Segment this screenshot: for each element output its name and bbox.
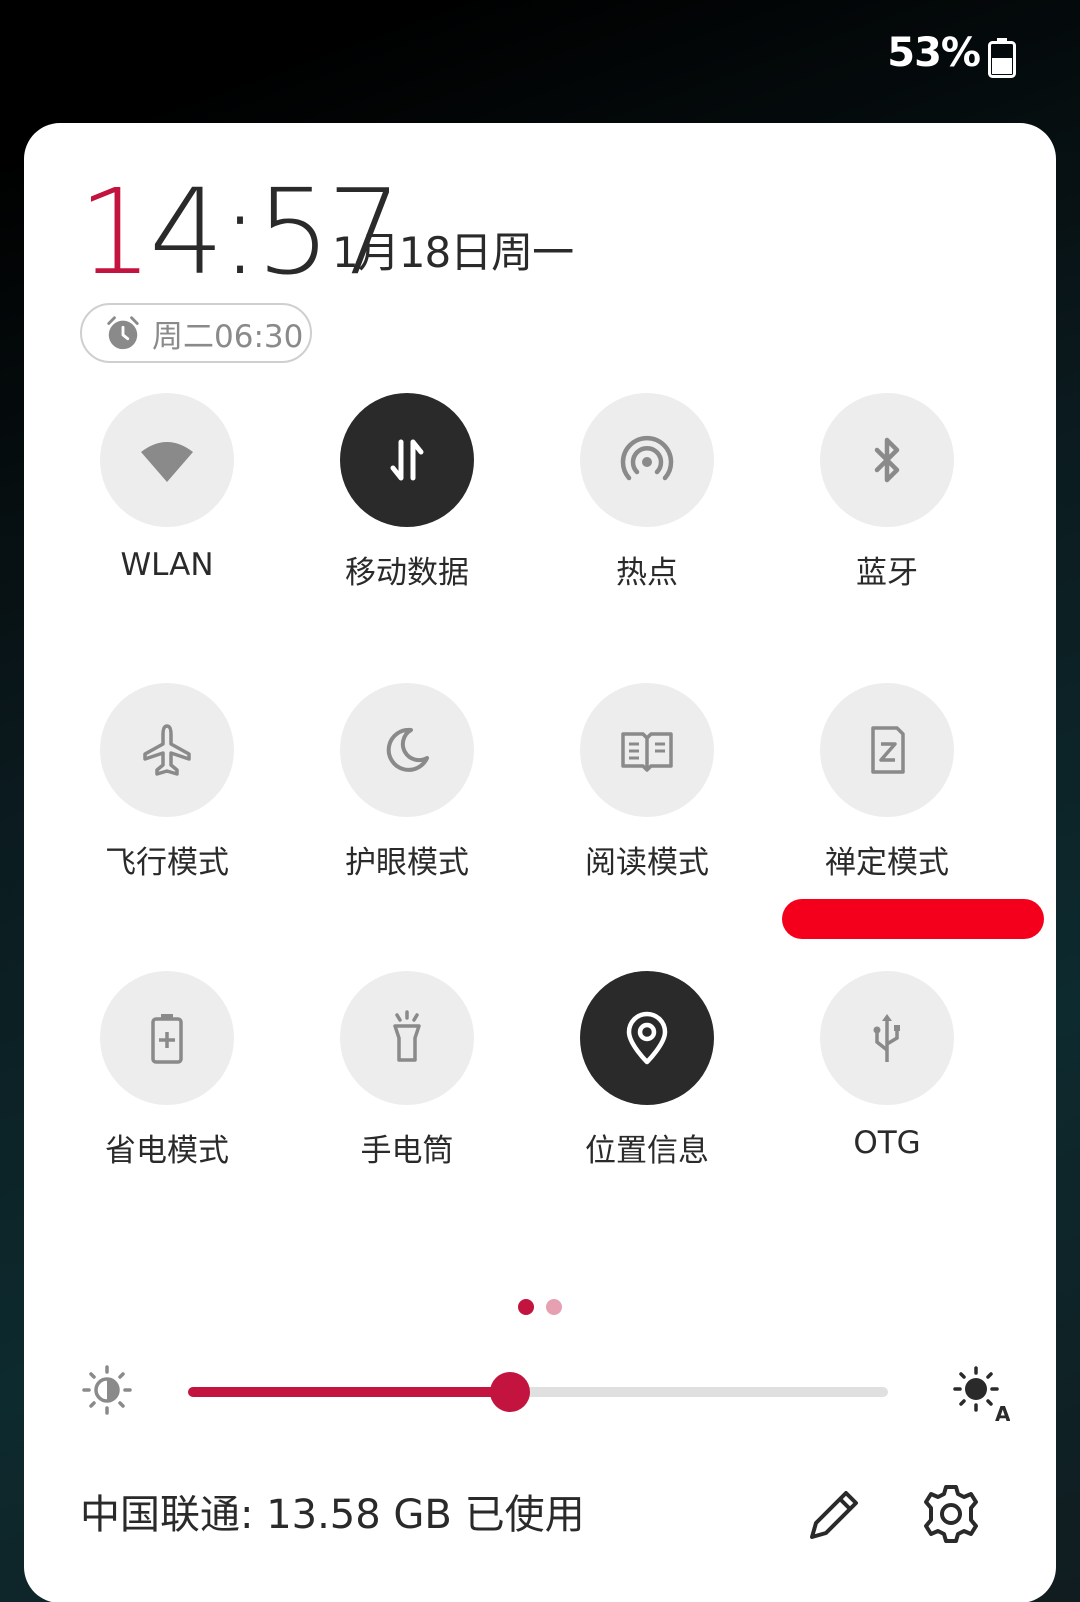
tile-mobile-data[interactable]: 移动数据 [287,393,527,603]
brightness-control: A [78,1343,1028,1443]
footer: 中国联通: 13.58 GB 已使用 [80,1475,1020,1555]
flashlight-icon [393,1010,421,1062]
next-alarm-chip[interactable]: 周二06:30 [80,303,312,363]
tile-label: 禅定模式 [825,845,949,881]
tile-label: 手电筒 [360,1133,454,1169]
tile-airplane-mode[interactable]: 飞行模式 [47,683,287,893]
tile-location[interactable]: 位置信息 [527,971,767,1181]
tile-label: 热点 [616,555,678,591]
tile-hotspot-button[interactable] [580,393,714,527]
book-icon [621,732,673,772]
tile-flashlight[interactable]: 手电筒 [287,971,527,1181]
battery-percentage: 53% [887,30,981,76]
alarm-clock-icon [107,316,139,350]
tile-reading-mode-button[interactable] [580,683,714,817]
pencil-icon[interactable] [802,1481,868,1547]
status-bar: 53% [0,0,1080,118]
alarm-label: 周二06:30 [152,318,304,355]
tile-label: 护眼模式 [345,845,469,881]
wifi-icon [141,442,193,482]
tile-location-button[interactable] [580,971,714,1105]
brightness-low-icon [82,1365,132,1415]
mobile-data-icon [390,439,424,481]
brightness-fill [188,1387,510,1397]
redaction-mark [782,899,1044,939]
tile-eye-comfort-button[interactable] [340,683,474,817]
svg-text:A: A [995,1402,1010,1423]
tile-zen-mode-button[interactable] [820,683,954,817]
zen-mode-icon [871,726,905,774]
tile-wlan-button[interactable] [100,393,234,527]
page-dot-inactive[interactable] [546,1299,562,1315]
tile-otg-button[interactable] [820,971,954,1105]
brightness-auto-icon[interactable]: A [950,1363,1010,1423]
tile-label: OTG [853,1125,921,1161]
tile-bluetooth-button[interactable] [820,393,954,527]
tile-battery-saver-button[interactable] [100,971,234,1105]
tile-zen-mode[interactable]: 禅定模式 [767,683,1007,893]
tile-label: WLAN [120,547,214,583]
tile-label: 阅读模式 [585,845,709,881]
tile-otg[interactable]: OTG [767,971,1007,1181]
brightness-thumb[interactable] [490,1372,530,1412]
page-indicator[interactable] [518,1299,562,1315]
tile-eye-comfort[interactable]: 护眼模式 [287,683,527,893]
tile-label: 省电模式 [105,1133,229,1169]
tile-hotspot[interactable]: 热点 [527,393,767,603]
page-dot-active[interactable] [518,1299,534,1315]
airplane-icon [143,724,191,776]
hotspot-icon [620,435,674,481]
tile-label: 移动数据 [345,555,469,591]
tile-wlan[interactable]: WLAN [47,393,287,603]
tile-reading-mode[interactable]: 阅读模式 [527,683,767,893]
date[interactable]: 1月18日周一 [332,219,574,280]
tile-bluetooth[interactable]: 蓝牙 [767,393,1007,603]
data-usage-label[interactable]: 中国联通: 13.58 GB 已使用 [80,1475,585,1555]
clock-accent-digit: 1 [78,163,153,301]
tile-battery-saver[interactable]: 省电模式 [47,971,287,1181]
battery-saver-icon [151,1014,183,1064]
usb-icon [873,1014,900,1062]
tile-mobile-data-button[interactable] [340,393,474,527]
tile-flashlight-button[interactable] [340,971,474,1105]
location-pin-icon [626,1011,668,1065]
brightness-slider[interactable] [188,1372,888,1412]
battery-icon [988,38,1016,78]
tile-label: 蓝牙 [856,555,918,591]
tile-label: 飞行模式 [105,845,229,881]
quick-settings-panel: 14:57 1月18日周一 周二06:30 WLAN 移动数据 热点 蓝牙 飞行… [24,123,1056,1602]
tile-airplane-mode-button[interactable] [100,683,234,817]
moon-icon [386,727,429,772]
bluetooth-icon [874,437,900,483]
tile-label: 位置信息 [585,1133,709,1169]
gear-icon[interactable] [918,1481,984,1547]
